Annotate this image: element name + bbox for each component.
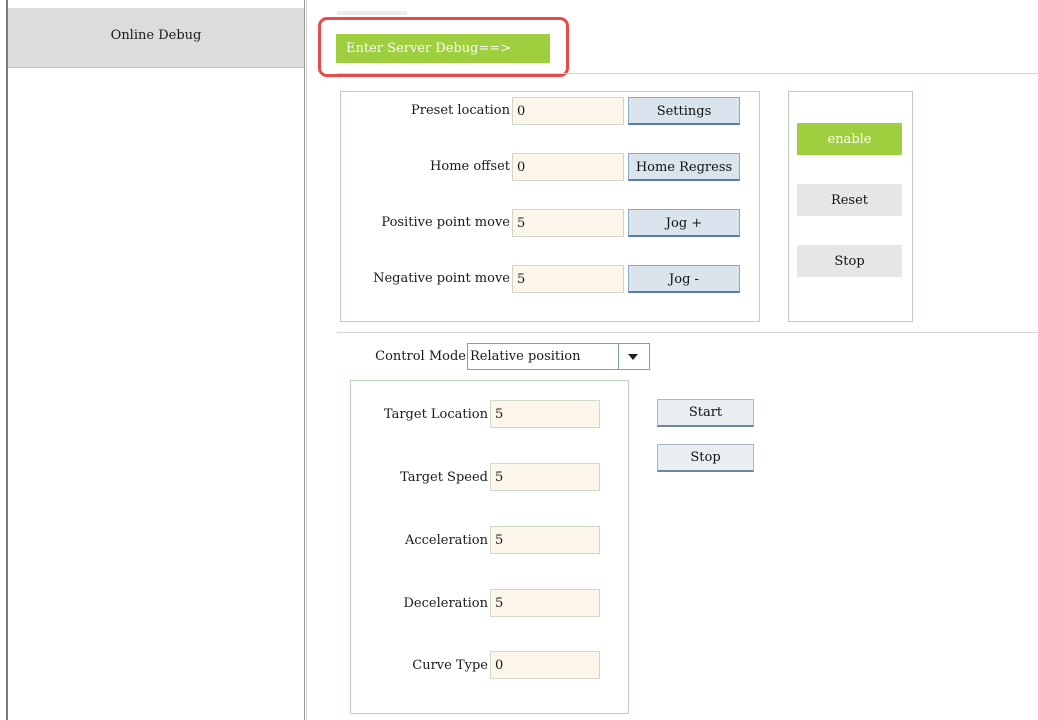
home-offset-input[interactable] <box>512 153 624 181</box>
preset-location-label: Preset location <box>411 103 510 118</box>
sidebar-divider <box>306 0 307 720</box>
jog-minus-button[interactable]: Jog - <box>628 265 740 293</box>
home-offset-label: Home offset <box>430 159 510 174</box>
acceleration-label: Acceleration <box>404 533 488 548</box>
curve-type-label: Curve Type <box>412 658 488 673</box>
motion-stop-button[interactable]: Stop <box>657 444 754 472</box>
control-mode-value: Relative position <box>470 349 581 364</box>
triangle-down-icon[interactable] <box>628 354 638 360</box>
divider-middle <box>337 332 1038 333</box>
target-speed-label: Target Speed <box>400 470 488 485</box>
negative-point-move-input[interactable] <box>512 265 624 293</box>
top-tab-strip <box>337 11 407 15</box>
sidebar-item-online-debug[interactable]: Online Debug <box>8 8 304 68</box>
positive-point-move-label: Positive point move <box>381 215 510 230</box>
settings-button[interactable]: Settings <box>628 97 740 125</box>
start-button[interactable]: Start <box>657 399 754 427</box>
positive-point-move-input[interactable] <box>512 209 624 237</box>
divider-top <box>337 73 1038 74</box>
negative-point-move-label: Negative point move <box>373 271 510 286</box>
enable-button[interactable]: enable <box>797 123 902 155</box>
enter-server-debug-button[interactable]: Enter Server Debug==> <box>336 34 550 63</box>
stop-button[interactable]: Stop <box>797 245 902 277</box>
deceleration-label: Deceleration <box>403 596 489 611</box>
target-location-label: Target Location <box>383 407 488 422</box>
target-speed-input[interactable] <box>490 463 600 491</box>
preset-location-input[interactable] <box>512 97 624 125</box>
acceleration-input[interactable] <box>490 526 600 554</box>
select-separator <box>618 344 619 369</box>
control-mode-label: Control Mode <box>375 349 466 364</box>
sidebar-item-label: Online Debug <box>110 28 202 43</box>
jog-plus-button[interactable]: Jog + <box>628 209 740 237</box>
deceleration-input[interactable] <box>490 589 600 617</box>
curve-type-input[interactable] <box>490 651 600 679</box>
target-location-input[interactable] <box>490 400 600 428</box>
reset-button[interactable]: Reset <box>797 184 902 216</box>
sidebar: Online Debug <box>8 0 305 720</box>
home-regress-button[interactable]: Home Regress <box>628 153 740 181</box>
